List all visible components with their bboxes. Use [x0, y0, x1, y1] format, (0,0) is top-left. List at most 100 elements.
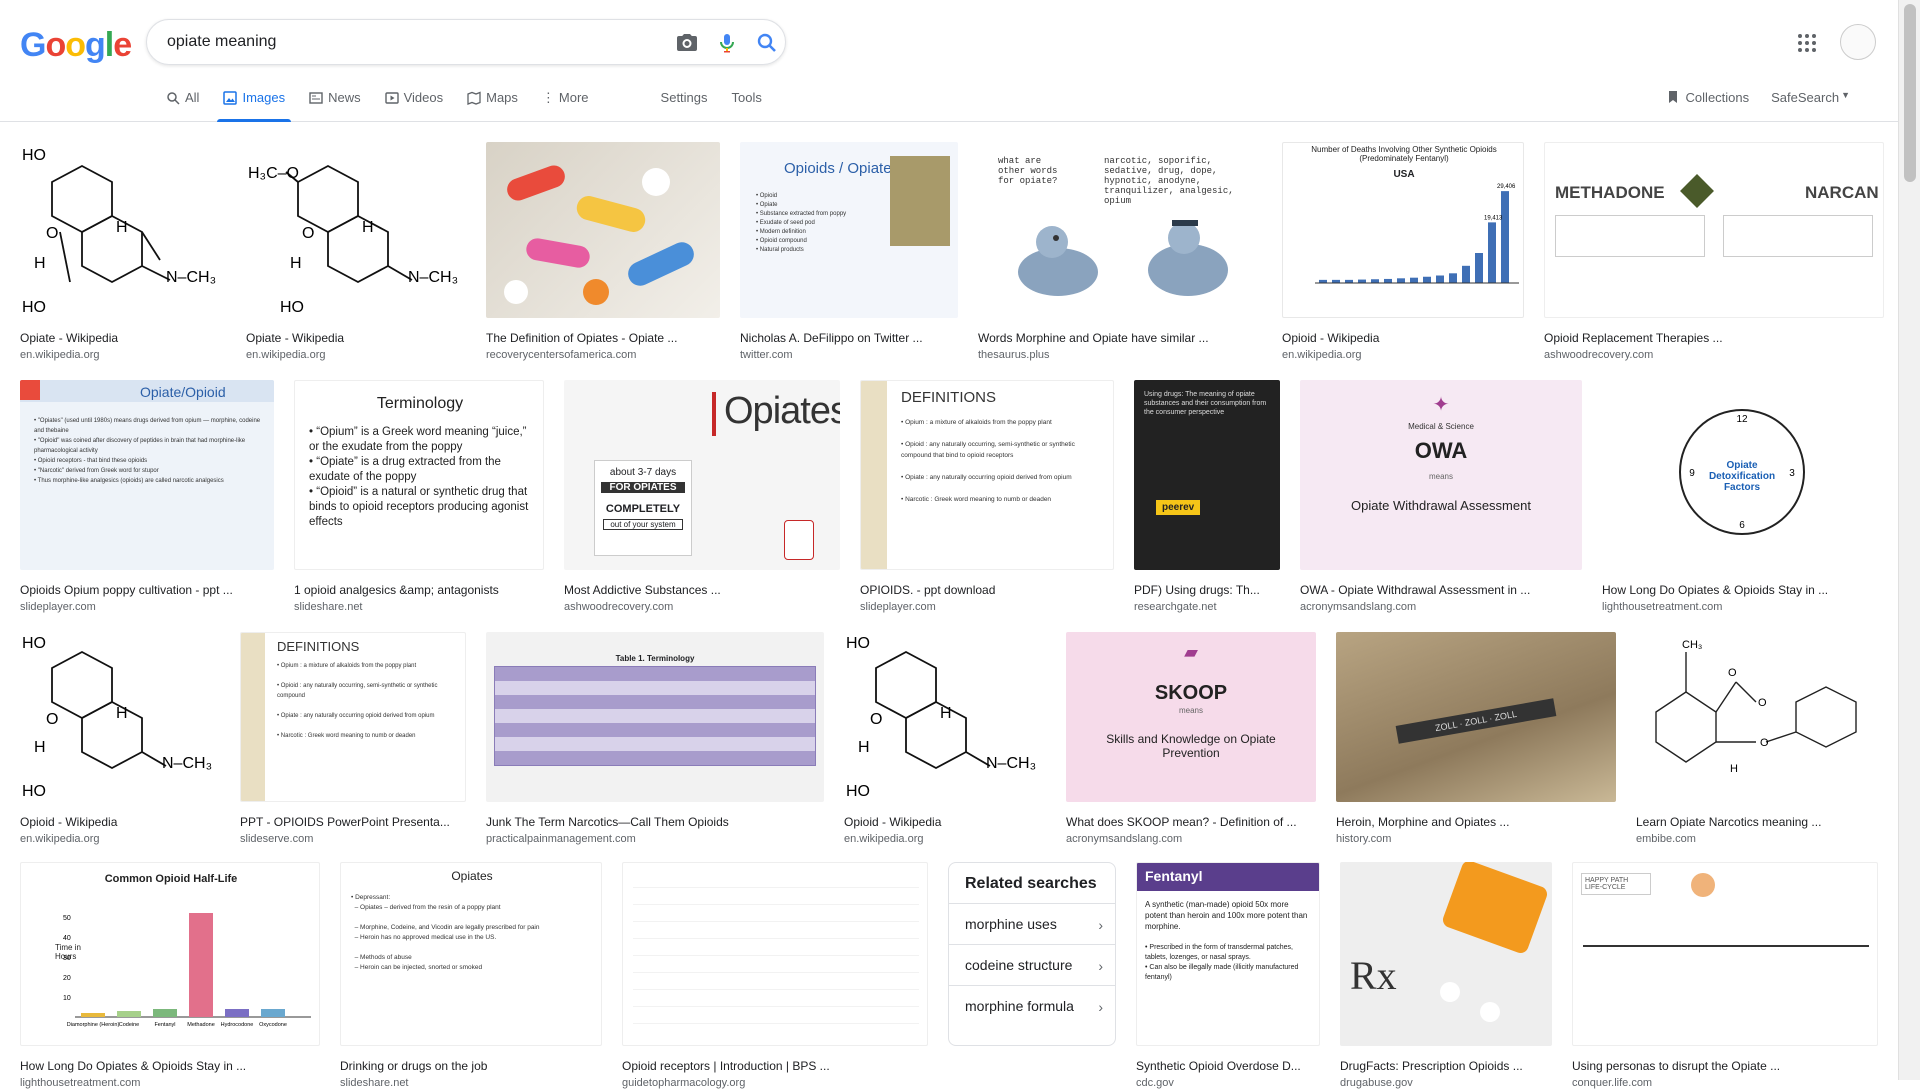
related-search-item[interactable]: morphine formula › [949, 986, 1115, 1026]
result-caption[interactable]: Opioid - Wikipedia [844, 814, 1046, 830]
tab-all[interactable]: All [166, 90, 199, 122]
result-thumbnail[interactable]: HO O H H N–CH₃ HO [844, 632, 1046, 802]
result-thumbnail[interactable]: H₃C–O O H H N–CH₃ HO [246, 142, 466, 318]
result-caption[interactable]: OWA - Opiate Withdrawal Assessment in ..… [1300, 582, 1582, 598]
search-box[interactable]: opiate meaning [146, 19, 786, 65]
result-caption[interactable]: Using personas to disrupt the Opiate ... [1572, 1058, 1878, 1074]
result-thumbnail[interactable]: Terminology • “Opium” is a Greek word me… [294, 380, 544, 570]
tab-images[interactable]: Images [217, 90, 291, 122]
result-caption[interactable]: Most Addictive Substances ... [564, 582, 840, 598]
image-result[interactable]: Opiate/Opioid • "Opiates" (used until 19… [20, 380, 274, 614]
result-thumbnail[interactable]: Table 1. Terminology [486, 632, 824, 802]
safesearch-button[interactable]: SafeSearch ▼ [1771, 90, 1850, 105]
image-result[interactable]: HO O H H N–CH₃ HO Opiate - Wikipedia en.wikip… [20, 142, 226, 362]
search-input[interactable]: opiate meaning [167, 33, 276, 51]
result-thumbnail[interactable] [486, 142, 720, 318]
camera-icon[interactable] [675, 31, 699, 55]
tab-more[interactable]: ⋮ More [542, 90, 589, 122]
tab-settings[interactable]: Settings [661, 90, 708, 122]
result-caption[interactable]: Opioid Replacement Therapies ... [1544, 330, 1884, 346]
image-result[interactable]: Rx DrugFacts: Prescription Opioids ... d… [1340, 862, 1552, 1090]
image-result[interactable]: 12 3 6 9 Opiate Detoxification Factors How … [1602, 380, 1882, 614]
result-thumbnail[interactable]: DEFINITIONS • Opium : a mixture of alkal… [860, 380, 1114, 570]
result-caption[interactable]: Heroin, Morphine and Opiates ... [1336, 814, 1616, 830]
tab-news[interactable]: News [309, 90, 361, 122]
apps-grid-icon[interactable] [1795, 31, 1819, 55]
result-thumbnail[interactable]: what are other words for opiate? narcoti… [978, 142, 1262, 318]
account-avatar[interactable] [1840, 24, 1876, 60]
image-result[interactable]: CH₃ O O O H Learn Opiate Narcotics meaning .… [1636, 632, 1876, 846]
image-result[interactable]: H₃C–O O H H N–CH₃ HO Opiate - Wikipedia en.wi… [246, 142, 466, 362]
result-thumbnail[interactable]: Fentanyl A synthetic (man-made) opioid 5… [1136, 862, 1320, 1046]
image-result[interactable]: Opiates about 3-7 days FOR OPIATES COMPL… [564, 380, 840, 614]
result-caption[interactable]: Opioids Opium poppy cultivation - ppt ..… [20, 582, 274, 598]
image-result[interactable]: Opioids / Opiates • Opioid • Opiate • Subs… [740, 142, 958, 362]
result-thumbnail[interactable]: HAPPY PATH LIFE-CYCLE [1572, 862, 1878, 1046]
result-caption[interactable]: Opioid receptors | Introduction | BPS ..… [622, 1058, 928, 1074]
result-caption[interactable]: How Long Do Opiates & Opioids Stay in ..… [1602, 582, 1882, 598]
result-thumbnail[interactable]: HO O H H N–CH₃ HO [20, 632, 220, 802]
image-result[interactable]: HAPPY PATH LIFE-CYCLE Using personas to … [1572, 862, 1878, 1090]
result-caption[interactable]: The Definition of Opiates - Opiate ... [486, 330, 720, 346]
result-thumbnail[interactable]: DEFINITIONS • Opium : a mixture of alkal… [240, 632, 466, 802]
image-result[interactable]: The Definition of Opiates - Opiate ... r… [486, 142, 720, 362]
google-logo[interactable]: Google [20, 26, 132, 65]
result-caption[interactable]: OPIOIDS. - ppt download [860, 582, 1114, 598]
result-thumbnail[interactable] [622, 862, 928, 1046]
related-search-item[interactable]: morphine uses › [949, 904, 1115, 945]
image-result[interactable]: HO O H H N–CH₃ HO Opioid - Wikipedia en.wikip… [20, 632, 220, 846]
result-thumbnail[interactable]: Common Opioid Half-Life Time in Hours 10… [20, 862, 320, 1046]
result-thumbnail[interactable]: 12 3 6 9 Opiate Detoxification Factors [1602, 380, 1882, 570]
image-result[interactable]: Opiates • Depressant: – Opiates – derive… [340, 862, 602, 1090]
microphone-icon[interactable] [715, 31, 739, 55]
image-result[interactable]: Fentanyl A synthetic (man-made) opioid 5… [1136, 862, 1320, 1090]
image-result[interactable]: METHADONE NARCAN Opioid Replacement Ther… [1544, 142, 1884, 362]
result-thumbnail[interactable]: Rx [1340, 862, 1552, 1046]
scrollbar-thumb[interactable] [1904, 4, 1916, 182]
image-result[interactable]: Terminology • “Opium” is a Greek word me… [294, 380, 544, 614]
result-thumbnail[interactable]: Opioids / Opiates • Opioid • Opiate • Subs… [740, 142, 958, 318]
image-result[interactable]: DEFINITIONS • Opium : a mixture of alkal… [860, 380, 1114, 614]
result-caption[interactable]: Nicholas A. DeFilippo on Twitter ... [740, 330, 958, 346]
result-caption[interactable]: How Long Do Opiates & Opioids Stay in ..… [20, 1058, 320, 1074]
result-caption[interactable]: Drinking or drugs on the job [340, 1058, 602, 1074]
result-caption[interactable]: DrugFacts: Prescription Opioids ... [1340, 1058, 1552, 1074]
result-caption[interactable]: PDF) Using drugs: Th... [1134, 582, 1280, 598]
related-search-item[interactable]: codeine structure › [949, 945, 1115, 986]
result-caption[interactable]: 1 opioid analgesics &amp; antagonists [294, 582, 544, 598]
result-caption[interactable]: Opiate - Wikipedia [246, 330, 466, 346]
image-result[interactable]: ✦ Medical & Science OWA means Opiate Wit… [1300, 380, 1582, 614]
image-result[interactable]: Number of Deaths Involving Other Synthet… [1282, 142, 1524, 362]
image-result[interactable]: HO O H H N–CH₃ HO Opioid - Wikipedia en.wikip… [844, 632, 1046, 846]
tab-tools[interactable]: Tools [732, 90, 762, 122]
result-thumbnail[interactable]: Opiate/Opioid • "Opiates" (used until 19… [20, 380, 274, 570]
result-thumbnail[interactable]: HO O H H N–CH₃ HO [20, 142, 226, 318]
result-thumbnail[interactable]: ✦ Medical & Science OWA means Opiate Wit… [1300, 380, 1582, 570]
result-caption[interactable]: Synthetic Opioid Overdose D... [1136, 1058, 1320, 1074]
result-caption[interactable]: Opiate - Wikipedia [20, 330, 226, 346]
image-result[interactable]: ZOLL · ZOLL · ZOLL Heroin, Morphine and … [1336, 632, 1616, 846]
result-thumbnail[interactable]: Opiates about 3-7 days FOR OPIATES COMPL… [564, 380, 840, 570]
tab-maps[interactable]: Maps [467, 90, 518, 122]
image-result[interactable]: what are other words for opiate? narcoti… [978, 142, 1262, 362]
result-thumbnail[interactable]: METHADONE NARCAN [1544, 142, 1884, 318]
result-caption[interactable]: PPT - OPIOIDS PowerPoint Presenta... [240, 814, 466, 830]
result-caption[interactable]: Learn Opiate Narcotics meaning ... [1636, 814, 1876, 830]
result-caption[interactable]: What does SKOOP mean? - Definition of ..… [1066, 814, 1316, 830]
result-thumbnail[interactable]: ZOLL · ZOLL · ZOLL [1336, 632, 1616, 802]
tab-videos[interactable]: Videos [384, 90, 443, 122]
result-caption[interactable]: Opioid - Wikipedia [1282, 330, 1524, 346]
result-thumbnail[interactable]: Number of Deaths Involving Other Synthet… [1282, 142, 1524, 318]
image-result[interactable]: Using drugs: The meaning of opiate subst… [1134, 380, 1280, 614]
image-result[interactable]: ▰ SKOOP means Skills and Knowledge on Op… [1066, 632, 1316, 846]
image-result[interactable]: DEFINITIONS • Opium : a mixture of alkal… [240, 632, 466, 846]
collections-button[interactable]: Collections [1666, 90, 1749, 105]
result-thumbnail[interactable]: Using drugs: The meaning of opiate subst… [1134, 380, 1280, 570]
result-thumbnail[interactable]: ▰ SKOOP means Skills and Knowledge on Op… [1066, 632, 1316, 802]
result-thumbnail[interactable]: Opiates • Depressant: – Opiates – derive… [340, 862, 602, 1046]
vertical-scrollbar[interactable] [1898, 0, 1920, 1080]
search-icon[interactable] [755, 31, 779, 55]
result-caption[interactable]: Words Morphine and Opiate have similar .… [978, 330, 1262, 346]
result-thumbnail[interactable]: CH₃ O O O H [1636, 632, 1876, 802]
image-result[interactable]: Opioid receptors | Introduction | BPS ..… [622, 862, 928, 1090]
